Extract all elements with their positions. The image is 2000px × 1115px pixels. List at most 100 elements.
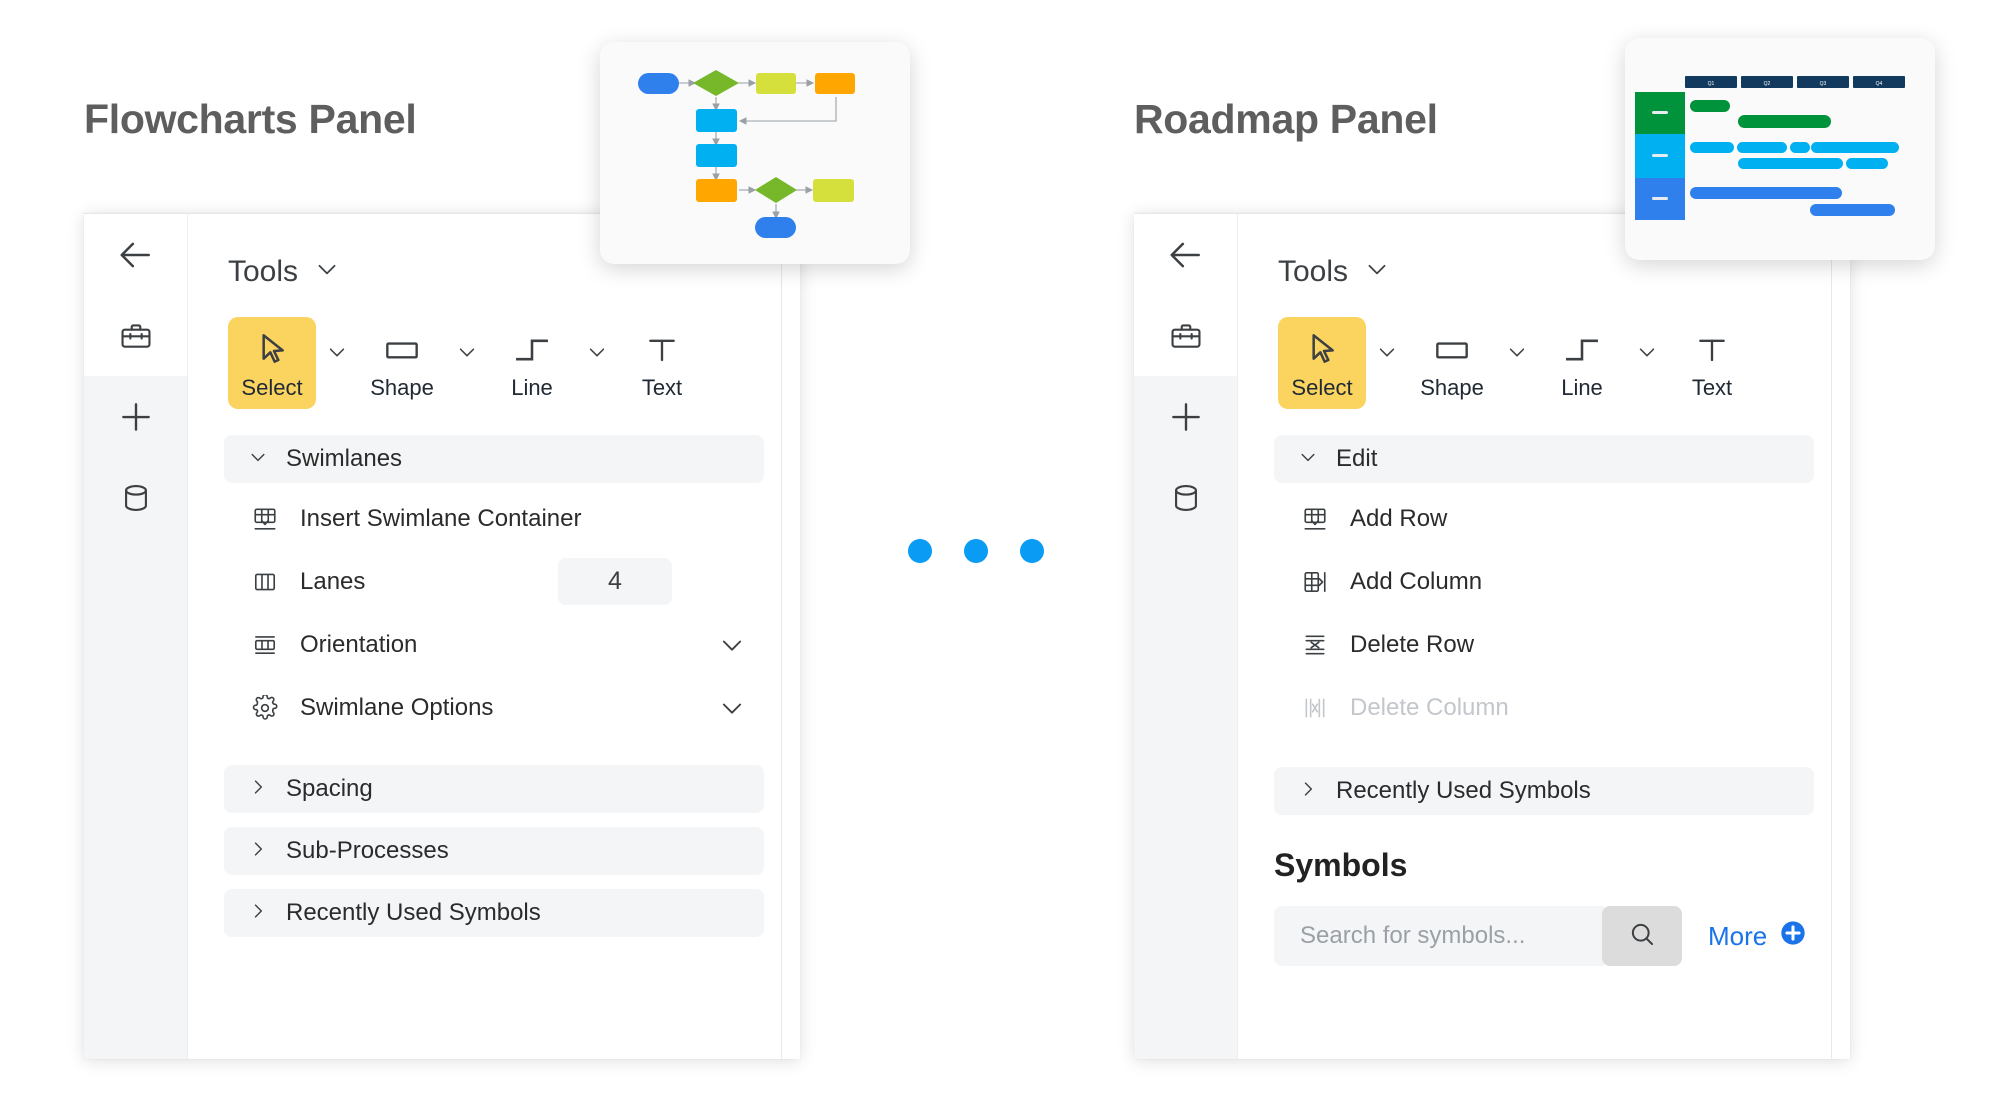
data-button[interactable]: [1134, 457, 1237, 538]
gear-icon: [252, 694, 278, 721]
rectangle-icon: [1430, 327, 1474, 373]
tool-text-label: Text: [1691, 375, 1733, 400]
add-button[interactable]: [1134, 376, 1237, 457]
roadmap-header-cells: Q1 Q2 Q3 Q4: [1685, 76, 1905, 88]
menu-item-insert-swimlane-container[interactable]: Insert Swimlane Container: [224, 487, 764, 550]
menu-item-delete-row[interactable]: Delete Row: [1274, 613, 1814, 676]
tool-line[interactable]: Line: [1538, 317, 1626, 399]
section-title: Sub-Processes: [286, 837, 449, 864]
back-arrow-icon: [117, 236, 155, 274]
pagination-dot[interactable]: [908, 539, 932, 563]
tool-select[interactable]: Select: [228, 317, 316, 409]
lanes-icon: [252, 569, 278, 595]
flowchart-preview-thumbnail[interactable]: [600, 42, 910, 264]
menu-item-swimlane-options[interactable]: Swimlane Options: [224, 676, 764, 739]
plus-icon: [1167, 398, 1205, 436]
database-icon: [1169, 481, 1203, 515]
section-header-spacing[interactable]: Spacing: [224, 765, 764, 813]
tool-shape[interactable]: Shape: [1408, 317, 1496, 399]
menu-item-add-row[interactable]: Add Row: [1274, 487, 1814, 550]
pagination-dot[interactable]: [964, 539, 988, 563]
section-title: Edit: [1336, 445, 1378, 472]
symbols-block: Symbols Search for symbols... More: [1238, 815, 1850, 966]
chevron-right-icon: [1298, 779, 1318, 804]
tool-select[interactable]: Select: [1278, 317, 1366, 409]
tool-shape-label: Shape: [370, 375, 434, 400]
svg-text:Q2: Q2: [1764, 81, 1771, 87]
search-button[interactable]: [1602, 906, 1682, 966]
select-dropdown-caret[interactable]: [1366, 317, 1408, 363]
tool-shape[interactable]: Shape: [358, 317, 446, 399]
section-header-recently-used-symbols[interactable]: Recently Used Symbols: [1274, 767, 1814, 815]
pagination-dot[interactable]: [1020, 539, 1044, 563]
tool-select-label: Select: [1291, 375, 1353, 400]
add-button[interactable]: [84, 376, 187, 457]
database-icon: [119, 481, 153, 515]
section-header-swimlanes[interactable]: Swimlanes: [224, 435, 764, 483]
section-header-edit[interactable]: Edit: [1274, 435, 1814, 483]
toolbar-flowcharts: Select Shape Line Text: [188, 295, 800, 409]
pagination-dots[interactable]: [908, 539, 1044, 563]
more-symbols-button[interactable]: More: [1708, 919, 1807, 954]
search-input[interactable]: Search for symbols...: [1274, 906, 1604, 966]
tool-line-label: Line: [1561, 375, 1603, 400]
menu-item-lanes[interactable]: Lanes 4: [224, 550, 764, 613]
symbols-heading: Symbols: [1274, 847, 1408, 883]
lanes-number-input[interactable]: 4: [558, 558, 672, 605]
tools-label: Tools: [228, 254, 299, 288]
tool-text[interactable]: Text: [1668, 317, 1756, 399]
rectangle-icon: [380, 327, 424, 373]
shape-dropdown-caret[interactable]: [446, 317, 488, 363]
svg-text:Q3: Q3: [1820, 81, 1827, 87]
section-title: Spacing: [286, 775, 373, 802]
menu-item-orientation[interactable]: Orientation: [224, 613, 764, 676]
menu-item-label: Add Column: [1350, 567, 1483, 595]
toolbox-button[interactable]: [84, 295, 187, 376]
section-header-recently-used-symbols[interactable]: Recently Used Symbols: [224, 889, 764, 937]
swimlane-options-chevron-down-icon[interactable]: [718, 694, 746, 722]
toolbar-roadmap: Select Shape Line Text: [1238, 295, 1850, 409]
chevron-down-icon: [1298, 447, 1318, 472]
text-t-icon: [1692, 327, 1732, 373]
panel-divider-line: [781, 260, 782, 1059]
menu-item-label: Insert Swimlane Container: [300, 504, 582, 532]
left-rail-flowcharts: [84, 214, 187, 1059]
text-t-icon: [642, 327, 682, 373]
line-dropdown-caret[interactable]: [1626, 317, 1668, 363]
roadmap-bars: [1690, 100, 1899, 216]
chevron-down-icon: [248, 447, 268, 472]
select-dropdown-caret[interactable]: [316, 317, 358, 363]
tool-line-label: Line: [511, 375, 553, 400]
menu-item-add-column[interactable]: Add Column: [1274, 550, 1814, 613]
chevron-down-icon[interactable]: [1364, 256, 1390, 287]
flowchart-preview-svg: [638, 70, 855, 238]
roadmap-content: Tools Select Shape Line Text Edit Add Ro…: [1237, 214, 1850, 1059]
flowcharts-content: Tools Select Shape Line Text Swimlanes I…: [187, 214, 800, 1059]
toolbox-button[interactable]: [1134, 295, 1237, 376]
panel-divider-line: [1831, 260, 1832, 1059]
shape-dropdown-caret[interactable]: [1496, 317, 1538, 363]
chevron-down-icon[interactable]: [314, 256, 340, 287]
line-dropdown-caret[interactable]: [576, 317, 618, 363]
menu-item-delete-column: Delete Column: [1274, 676, 1814, 739]
section-header-sub-processes[interactable]: Sub-Processes: [224, 827, 764, 875]
chevron-right-icon: [248, 839, 268, 864]
section-title: Recently Used Symbols: [286, 899, 541, 926]
menu-item-label: Add Row: [1350, 504, 1448, 532]
data-button[interactable]: [84, 457, 187, 538]
svg-text:Q1: Q1: [1708, 81, 1715, 87]
screen-root: Flowcharts Panel Tools Select Shape Line…: [0, 0, 2000, 1115]
tool-text[interactable]: Text: [618, 317, 706, 399]
toolbox-icon: [1169, 319, 1203, 353]
roadmap-preview-thumbnail[interactable]: Q1 Q2 Q3 Q4: [1625, 38, 1935, 260]
back-arrow-icon: [1167, 236, 1205, 274]
section-title: Swimlanes: [286, 445, 403, 472]
tool-line[interactable]: Line: [488, 317, 576, 399]
menu-item-label: Orientation: [300, 630, 418, 658]
back-button[interactable]: [84, 214, 187, 295]
orientation-chevron-down-icon[interactable]: [718, 631, 746, 659]
chevron-right-icon: [248, 901, 268, 926]
back-button[interactable]: [1134, 214, 1237, 295]
section-title: Recently Used Symbols: [1336, 777, 1591, 804]
cursor-arrow-icon: [1302, 327, 1342, 373]
